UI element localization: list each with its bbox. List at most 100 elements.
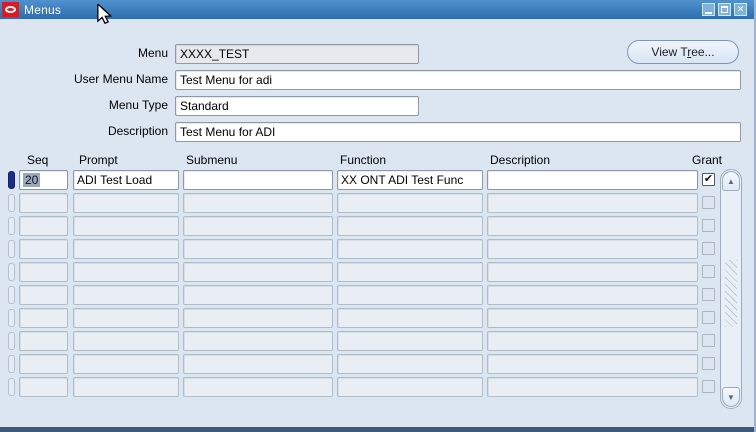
- record-selector[interactable]: [8, 309, 15, 327]
- function-cell[interactable]: [337, 285, 483, 305]
- function-cell[interactable]: XX ONT ADI Test Func: [337, 170, 483, 190]
- menu-field-label: Menu: [137, 46, 168, 60]
- window-title: Menus: [24, 2, 62, 17]
- description-cell[interactable]: [487, 216, 698, 236]
- close-button[interactable]: ✕: [734, 3, 747, 16]
- record-selector[interactable]: [8, 217, 15, 235]
- description-cell[interactable]: [487, 170, 698, 190]
- submenu-cell[interactable]: [183, 170, 333, 190]
- menu-type-label: Menu Type: [108, 98, 168, 112]
- grant-checkbox[interactable]: [702, 357, 715, 370]
- description-cell[interactable]: [487, 354, 698, 374]
- record-selector[interactable]: [8, 171, 15, 189]
- scroll-up-button[interactable]: ▲: [722, 171, 740, 191]
- submenu-cell[interactable]: [183, 354, 333, 374]
- submenu-cell[interactable]: [183, 285, 333, 305]
- grant-checkbox[interactable]: ✔: [702, 173, 715, 186]
- column-header-description: Description: [490, 153, 551, 167]
- prompt-cell[interactable]: [73, 331, 179, 351]
- column-header-function: Function: [340, 153, 387, 167]
- grant-checkbox[interactable]: [702, 311, 715, 324]
- submenu-cell[interactable]: [183, 377, 333, 397]
- seq-cell[interactable]: [19, 308, 68, 328]
- table-row: [0, 239, 754, 260]
- prompt-cell[interactable]: ADI Test Load: [73, 170, 179, 190]
- prompt-cell[interactable]: [73, 377, 179, 397]
- submenu-cell[interactable]: [183, 216, 333, 236]
- grant-checkbox[interactable]: [702, 380, 715, 393]
- description-cell[interactable]: [487, 331, 698, 351]
- description-cell[interactable]: [487, 193, 698, 213]
- description-cell[interactable]: [487, 239, 698, 259]
- view-tree-button[interactable]: View Tree...: [627, 40, 739, 64]
- prompt-cell[interactable]: [73, 354, 179, 374]
- prompt-cell[interactable]: [73, 239, 179, 259]
- grant-checkbox[interactable]: [702, 334, 715, 347]
- submenu-cell[interactable]: [183, 193, 333, 213]
- record-selector[interactable]: [8, 332, 15, 350]
- table-row: [0, 377, 754, 398]
- prompt-cell[interactable]: [73, 216, 179, 236]
- prompt-cell[interactable]: [73, 193, 179, 213]
- table-row: [0, 285, 754, 306]
- submenu-cell[interactable]: [183, 239, 333, 259]
- submenu-cell[interactable]: [183, 331, 333, 351]
- user-menu-name-label: User Menu Name: [73, 72, 168, 86]
- seq-cell[interactable]: [19, 377, 68, 397]
- seq-cell[interactable]: [19, 331, 68, 351]
- seq-cell[interactable]: [19, 354, 68, 374]
- scroll-down-button[interactable]: ▼: [722, 387, 740, 407]
- record-selector[interactable]: [8, 240, 15, 258]
- scrollbar-track[interactable]: [725, 260, 737, 328]
- seq-cell[interactable]: 20: [19, 170, 68, 190]
- prompt-cell[interactable]: [73, 262, 179, 282]
- grant-checkbox[interactable]: [702, 288, 715, 301]
- mouse-cursor-icon: [97, 4, 113, 24]
- column-header-seq: Seq: [27, 153, 49, 167]
- grant-checkbox[interactable]: [702, 242, 715, 255]
- description-cell[interactable]: [487, 377, 698, 397]
- submenu-cell[interactable]: [183, 308, 333, 328]
- prompt-cell[interactable]: [73, 285, 179, 305]
- record-selector[interactable]: [8, 263, 15, 281]
- seq-cell[interactable]: [19, 285, 68, 305]
- record-selector[interactable]: [8, 194, 15, 212]
- description-cell[interactable]: [487, 262, 698, 282]
- seq-cell[interactable]: [19, 193, 68, 213]
- prompt-cell[interactable]: [73, 308, 179, 328]
- seq-cell[interactable]: [19, 239, 68, 259]
- function-cell[interactable]: [337, 262, 483, 282]
- seq-cell[interactable]: [19, 216, 68, 236]
- submenu-cell[interactable]: [183, 262, 333, 282]
- grant-checkbox[interactable]: [702, 219, 715, 232]
- function-cell[interactable]: [337, 216, 483, 236]
- function-cell[interactable]: [337, 239, 483, 259]
- function-cell[interactable]: [337, 354, 483, 374]
- grant-checkbox[interactable]: [702, 265, 715, 278]
- record-selector[interactable]: [8, 355, 15, 373]
- oracle-logo-icon: [2, 2, 19, 17]
- record-selector[interactable]: [8, 286, 15, 304]
- function-cell[interactable]: [337, 308, 483, 328]
- window-bottom-edge: [0, 427, 754, 432]
- column-header-grant: Grant: [692, 153, 723, 167]
- description-cell[interactable]: [487, 285, 698, 305]
- minimize-button[interactable]: [702, 3, 715, 16]
- description-field[interactable]: Test Menu for ADI: [175, 122, 741, 142]
- menu-field[interactable]: XXXX_TEST: [175, 44, 419, 64]
- record-selector[interactable]: [8, 378, 15, 396]
- user-menu-name-field[interactable]: Test Menu for adi: [175, 70, 741, 90]
- table-row: [0, 262, 754, 283]
- maximize-button[interactable]: [718, 3, 731, 16]
- table-row: 20 ADI Test Load XX ONT ADI Test Func ✔: [0, 170, 754, 191]
- grant-checkbox[interactable]: [702, 196, 715, 209]
- function-cell[interactable]: [337, 193, 483, 213]
- seq-cell[interactable]: [19, 262, 68, 282]
- table-scrollbar[interactable]: ▲ ▼: [720, 169, 742, 409]
- function-cell[interactable]: [337, 331, 483, 351]
- table-row: [0, 216, 754, 237]
- function-cell[interactable]: [337, 377, 483, 397]
- column-header-prompt: Prompt: [79, 153, 118, 167]
- description-cell[interactable]: [487, 308, 698, 328]
- menu-type-field[interactable]: Standard: [175, 96, 419, 116]
